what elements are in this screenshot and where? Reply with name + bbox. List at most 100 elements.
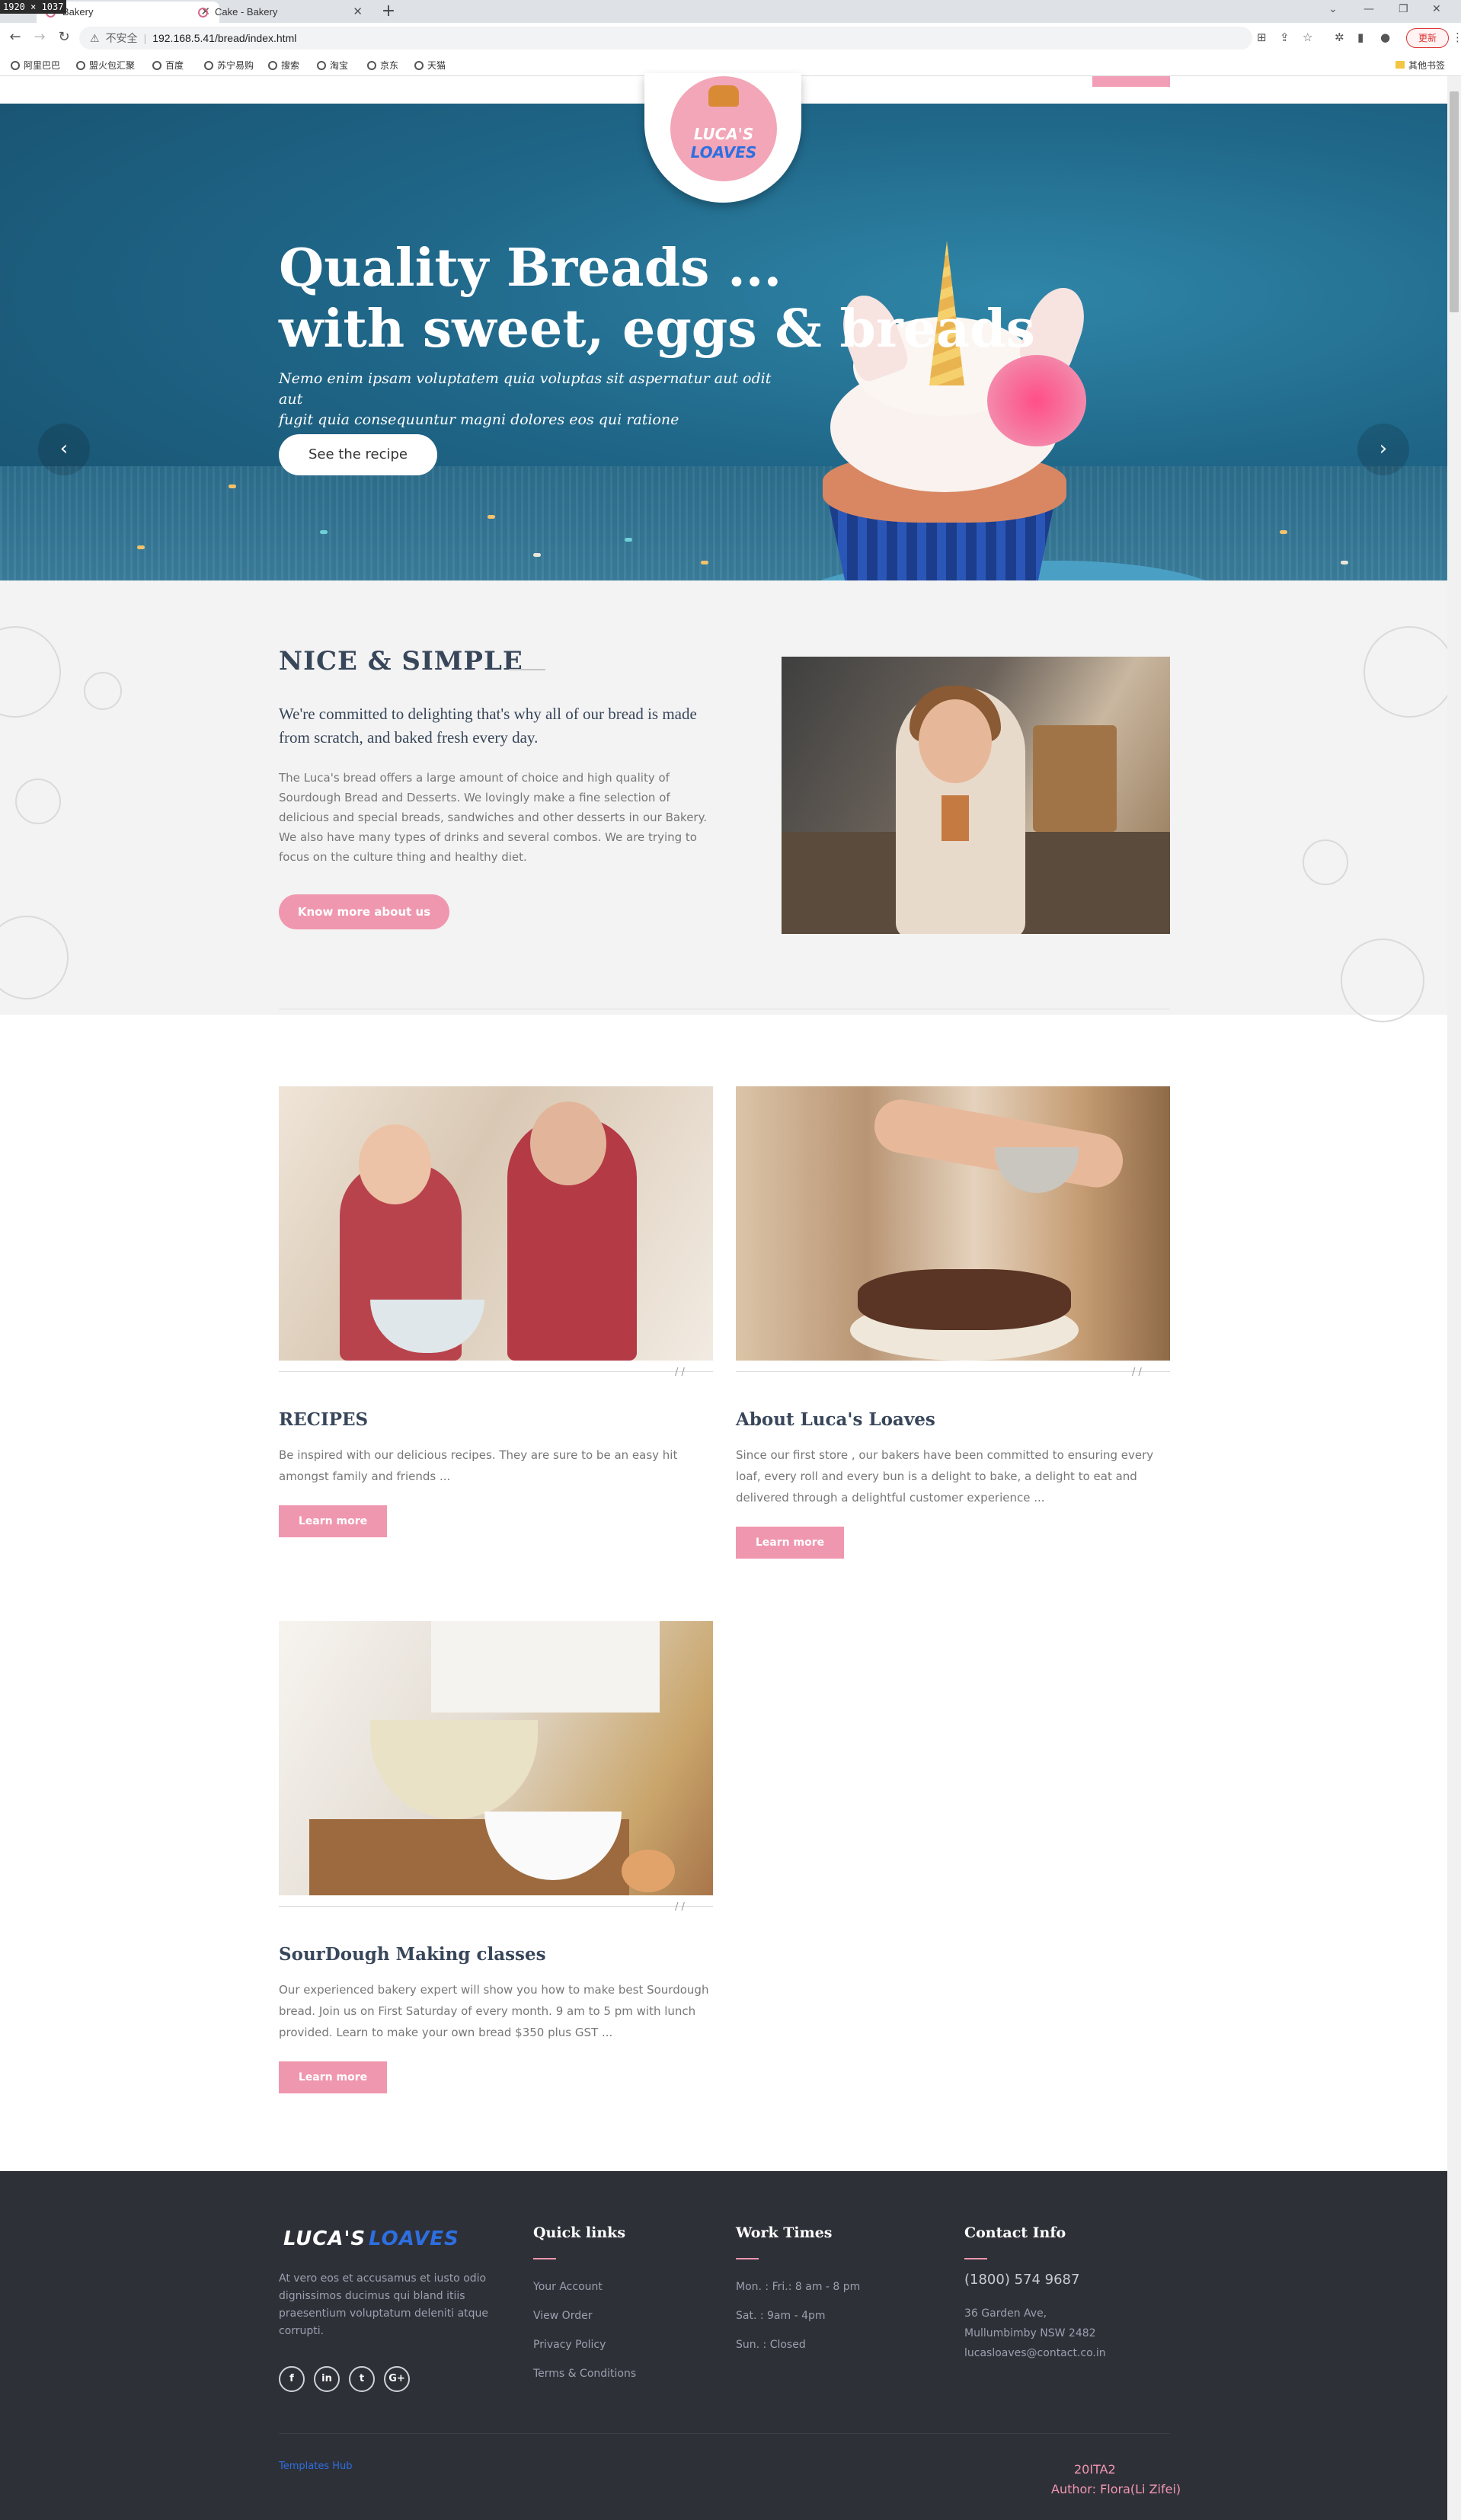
profile-icon[interactable]: ●: [1380, 30, 1390, 44]
bookmark-item[interactable]: 阿里巴巴: [11, 59, 60, 72]
bookmark-label: 天猫: [427, 60, 446, 71]
contact-email[interactable]: lucasloaves@contact.co.in: [964, 2343, 1106, 2363]
title-underline: [509, 669, 545, 670]
sidepanel-icon[interactable]: ▮: [1357, 30, 1363, 44]
logo-text-loaves: LOAVES: [690, 143, 757, 161]
bookmark-item[interactable]: 京东: [367, 59, 398, 72]
page-scrollbar[interactable]: [1447, 76, 1461, 2520]
learn-more-button[interactable]: Learn more: [279, 2061, 387, 2093]
hero-title-line: with sweet, eggs & breads: [279, 299, 1035, 360]
card-recipes: / / RECIPES Be inspired with our delicio…: [279, 1086, 713, 1543]
about-title: NICE & SIMPLE: [279, 646, 523, 676]
bookmark-item[interactable]: 搜索: [268, 59, 299, 72]
google-plus-icon[interactable]: G+: [384, 2366, 410, 2392]
insecure-label: 不安全: [105, 32, 138, 44]
know-more-button[interactable]: Know more about us: [279, 894, 449, 929]
hero-title-line: Quality Breads ...: [279, 238, 782, 299]
learn-more-button[interactable]: Learn more: [279, 1505, 387, 1537]
card-title[interactable]: RECIPES: [279, 1409, 368, 1430]
card-image[interactable]: [279, 1086, 713, 1361]
card-image[interactable]: [279, 1621, 713, 1895]
browser-toolbar: ← → ↻ ⚠ 不安全 | 192.168.5.41/bread/index.html…: [0, 23, 1461, 53]
bookmark-item[interactable]: 淘宝: [317, 59, 348, 72]
update-button[interactable]: 更新: [1406, 28, 1449, 48]
logo-badge: LUCA'S LOAVES: [670, 76, 777, 181]
linkedin-icon[interactable]: in: [314, 2366, 340, 2392]
restore-icon[interactable]: ❐: [1399, 3, 1408, 15]
about-body: The Luca's bread offers a large amount o…: [279, 771, 708, 864]
footer-link-privacy-policy[interactable]: Privacy Policy: [533, 2339, 606, 2351]
bookmark-star-icon[interactable]: ☆: [1303, 30, 1312, 44]
menu-icon[interactable]: ⋮: [1452, 30, 1461, 44]
footer-about-text: At vero eos et accusamus et iusto odio d…: [279, 2272, 489, 2337]
forward-icon[interactable]: →: [30, 29, 49, 45]
sprinkle-decoration: [533, 553, 541, 557]
work-times-title: Work Times: [736, 2224, 833, 2241]
address-bar[interactable]: ⚠ 不安全 | 192.168.5.41/bread/index.html: [79, 27, 1252, 50]
tab-search-icon[interactable]: ⌄: [1328, 3, 1338, 15]
work-time-saturday: Sat. : 9am - 4pm: [736, 2310, 826, 2322]
share-icon[interactable]: ⇪: [1280, 30, 1290, 44]
bookmark-label: 京东: [380, 60, 399, 71]
header-cta-button[interactable]: [1092, 76, 1170, 87]
hero-wood-background: [0, 466, 1447, 580]
tab-label: Cake - Bakery: [215, 6, 278, 18]
contact-phone[interactable]: (1800) 574 9687: [964, 2272, 1079, 2288]
globe-icon: [367, 61, 376, 70]
twitter-icon[interactable]: t: [349, 2366, 375, 2392]
reload-icon[interactable]: ↻: [55, 29, 73, 45]
footer-logo-lucas[interactable]: LUCA'S: [283, 2227, 366, 2250]
card-divider: [279, 1906, 713, 1907]
sprinkle-decoration: [137, 545, 145, 549]
heading-underline: [736, 2258, 759, 2259]
about-photo: [782, 657, 1170, 934]
footer-divider: [279, 2433, 1170, 2434]
translate-icon[interactable]: ⊞: [1257, 30, 1267, 44]
work-time-weekday: Mon. : Fri.: 8 am - 8 pm: [736, 2281, 861, 2293]
minimize-icon[interactable]: —: [1363, 3, 1374, 15]
extensions-icon[interactable]: ✲: [1335, 30, 1344, 44]
bookmark-item[interactable]: 盟火包汇聚: [76, 59, 135, 72]
sprinkle-decoration: [625, 538, 632, 542]
heading-underline: [533, 2258, 556, 2259]
back-icon[interactable]: ←: [6, 29, 24, 45]
close-window-icon[interactable]: ✕: [1432, 3, 1441, 15]
logo-text-lucas: LUCA'S: [693, 125, 754, 143]
footer-link-your-account[interactable]: Your Account: [533, 2281, 603, 2293]
learn-more-button[interactable]: Learn more: [736, 1527, 844, 1559]
new-tab-button[interactable]: +: [378, 2, 399, 23]
scrollbar-thumb[interactable]: [1450, 91, 1459, 312]
footer-link-view-order[interactable]: View Order: [533, 2310, 592, 2322]
footer-logo-loaves[interactable]: LOAVES: [369, 2227, 459, 2250]
next-slide-arrow-icon[interactable]: ›: [1357, 424, 1409, 475]
globe-icon: [414, 61, 424, 70]
card-divider: [279, 1371, 713, 1372]
bookmark-item[interactable]: 百度: [152, 59, 184, 72]
card-image[interactable]: [736, 1086, 1170, 1361]
contact-address: 36 Garden Ave, Mullumbimby NSW 2482 luca…: [964, 2304, 1106, 2363]
cupcake-doodle: [0, 916, 69, 999]
browser-tab-bar: Bakery ✕ Cake - Bakery ✕ + ⌄ — ❐ ✕: [0, 0, 1461, 23]
card-title[interactable]: SourDough Making classes: [279, 1944, 546, 1965]
about-section: NICE & SIMPLE We're committed to delight…: [0, 580, 1455, 1022]
footer-link-terms[interactable]: Terms & Conditions: [533, 2368, 636, 2380]
author-credit: Author: Flora(Li Zifei): [1051, 2482, 1181, 2496]
bookmark-item[interactable]: 天猫: [414, 59, 446, 72]
bookmark-label: 阿里巴巴: [24, 60, 61, 71]
facebook-icon[interactable]: f: [279, 2366, 305, 2392]
bookmark-item[interactable]: 苏宁易购: [204, 59, 254, 72]
card-title[interactable]: About Luca's Loaves: [736, 1409, 935, 1430]
other-bookmarks[interactable]: 其他书签: [1395, 59, 1445, 72]
prev-slide-arrow-icon[interactable]: ‹: [38, 424, 90, 475]
hero-title: Quality Breads ... with sweet, eggs & br…: [279, 238, 1035, 360]
girl-face: [919, 699, 992, 783]
glass-bowl: [370, 1720, 538, 1819]
cupcake-doodle: [1341, 939, 1424, 1022]
see-recipe-button[interactable]: See the recipe: [279, 434, 437, 475]
card-marker: / /: [675, 1901, 685, 1913]
url-text: 192.168.5.41/bread/index.html: [152, 32, 297, 44]
templates-hub-link[interactable]: Templates Hub: [279, 2461, 353, 2472]
girl-face: [359, 1124, 431, 1204]
tab-cake-bakery[interactable]: Cake - Bakery ✕: [189, 2, 372, 23]
close-tab-icon[interactable]: ✕: [353, 2, 363, 23]
